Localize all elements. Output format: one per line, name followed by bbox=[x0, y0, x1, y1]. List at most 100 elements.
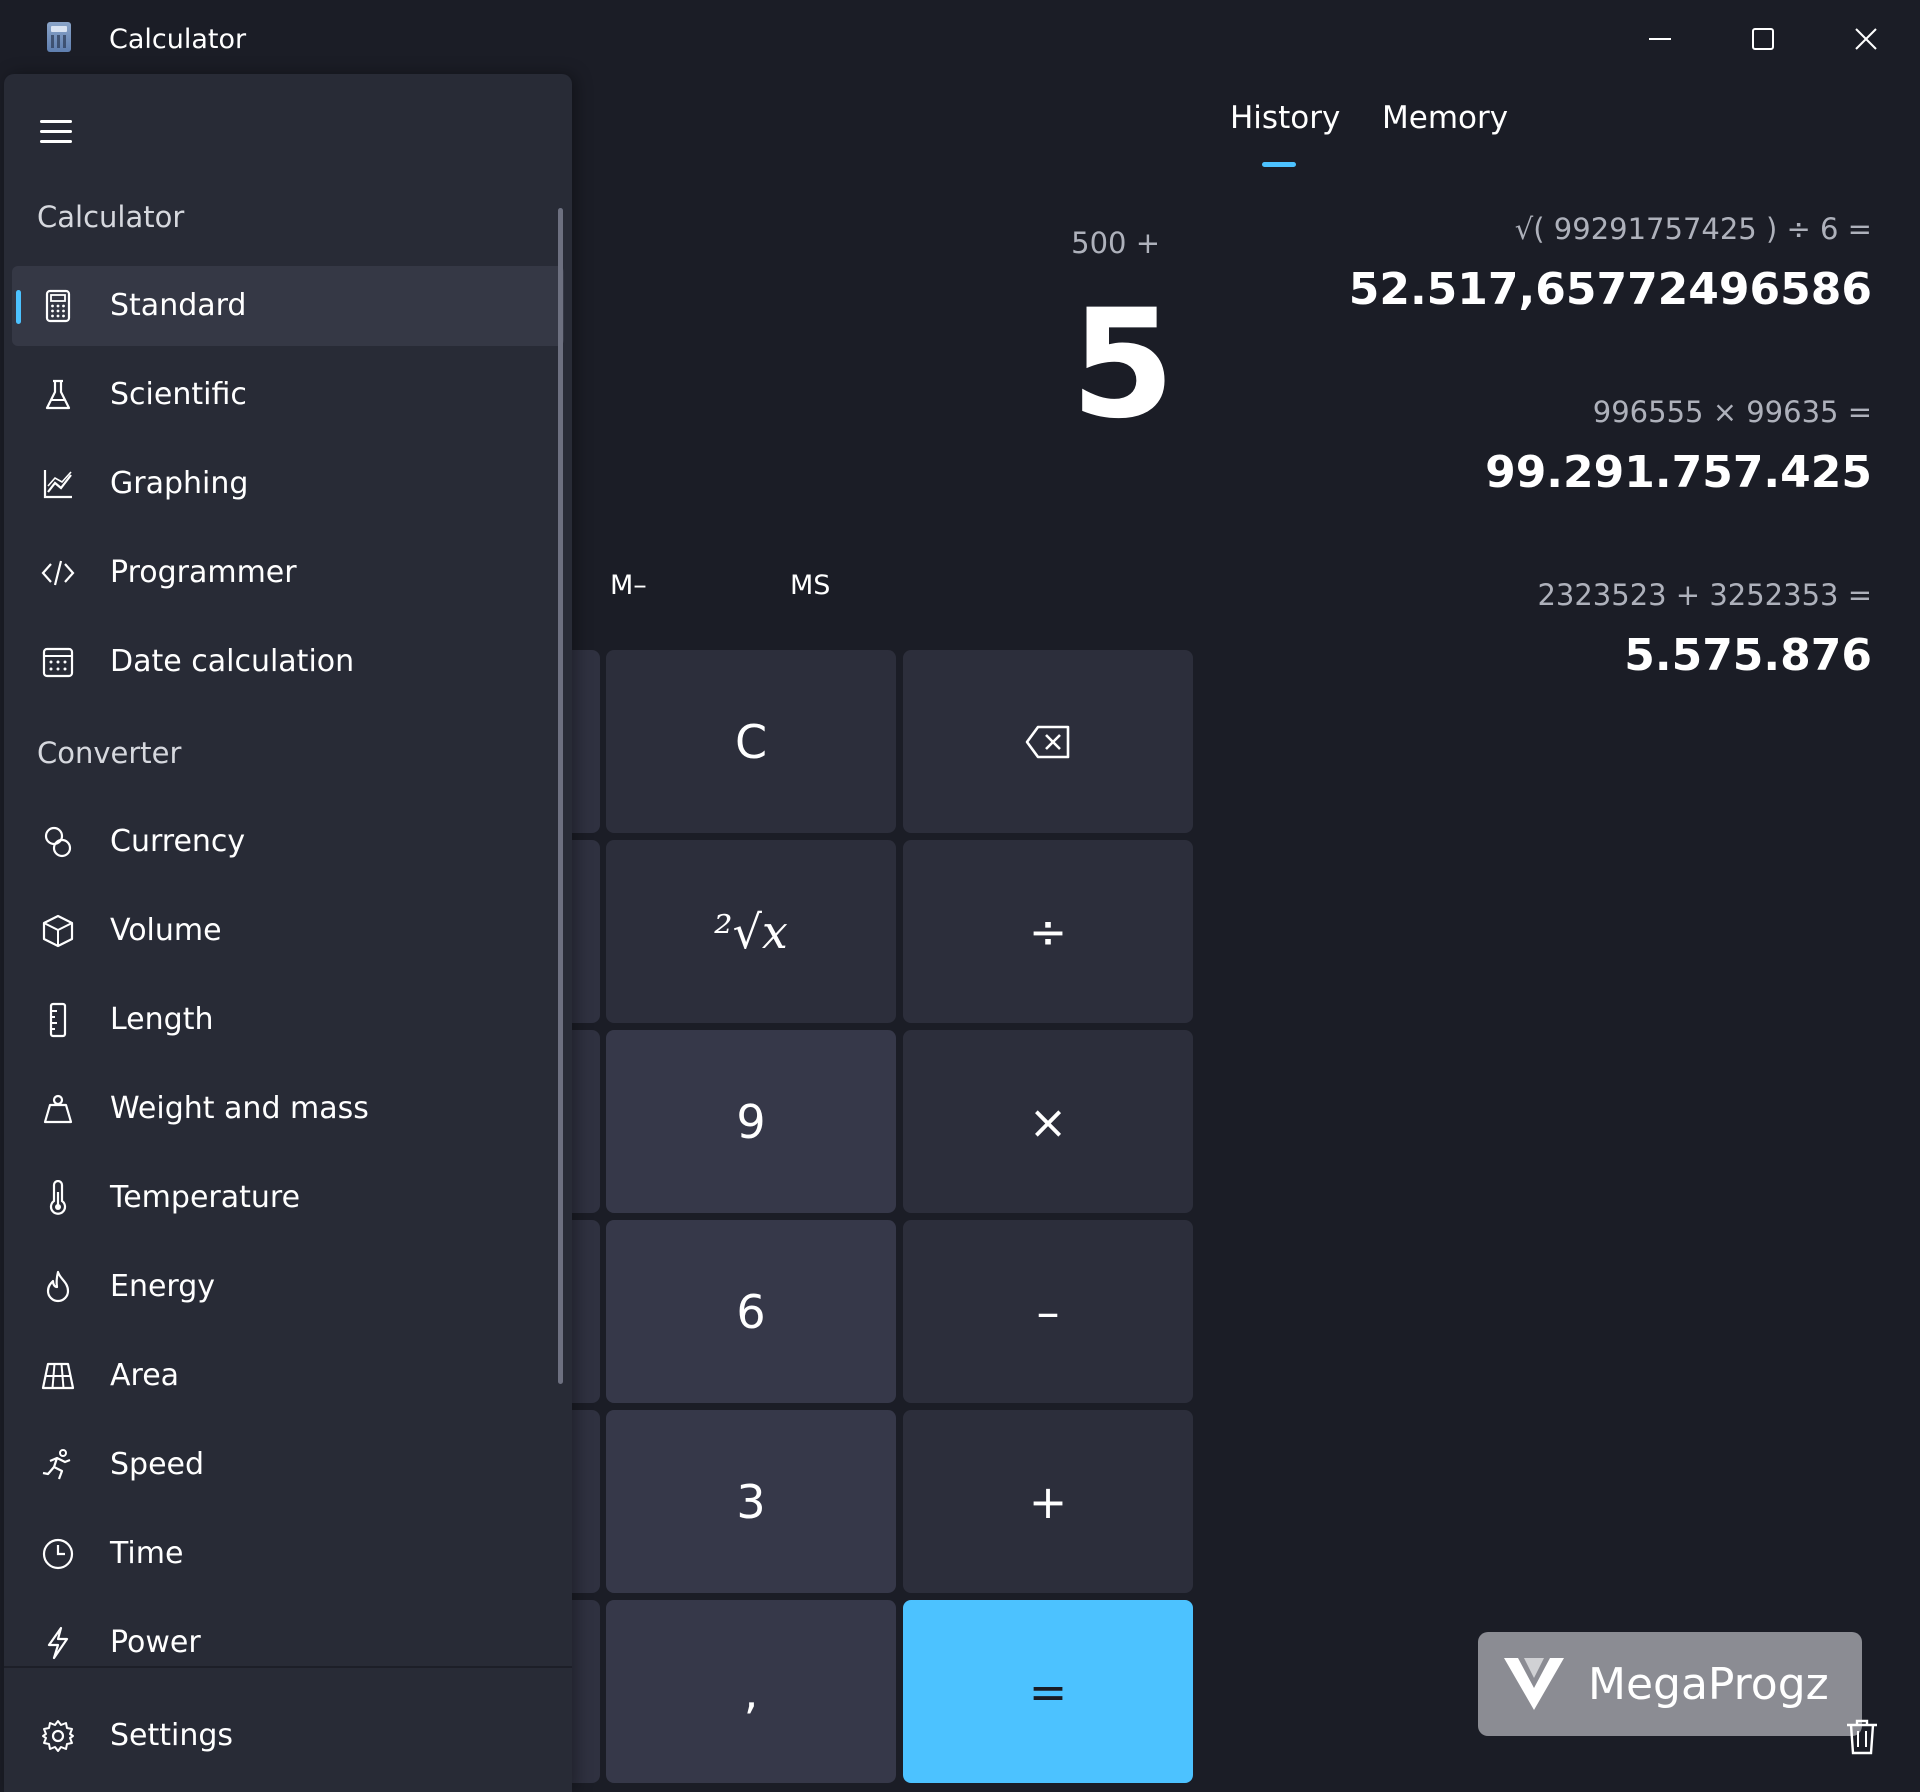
section-header-calculator: Calculator bbox=[37, 200, 185, 234]
lightning-icon bbox=[47, 1626, 69, 1660]
clear-button[interactable]: C bbox=[606, 650, 896, 833]
minus-label: – bbox=[1036, 1284, 1060, 1339]
nav-item-date-calculation[interactable]: Date calculation bbox=[12, 622, 564, 702]
history-entry[interactable]: 996555 × 99635 = 99.291.757.425 bbox=[1485, 395, 1872, 498]
menu-button[interactable] bbox=[36, 112, 78, 150]
nav-item-settings[interactable]: Settings bbox=[12, 1696, 564, 1776]
memory-subtract-button[interactable]: M– bbox=[610, 570, 647, 601]
nav-item-temperature[interactable]: Temperature bbox=[12, 1158, 564, 1238]
calculator-icon bbox=[45, 289, 71, 323]
nav-item-standard[interactable]: Standard bbox=[12, 266, 564, 346]
nav-label: Programmer bbox=[110, 555, 297, 590]
minus-button[interactable]: – bbox=[903, 1220, 1193, 1403]
history-result: 52.517,6577249658​6 bbox=[1348, 264, 1872, 315]
nav-label: Area bbox=[110, 1358, 180, 1393]
history-expression: 996555 × 99635 = bbox=[1592, 395, 1872, 429]
graph-icon bbox=[43, 470, 72, 499]
equals-label: = bbox=[1028, 1664, 1068, 1719]
currency-icon bbox=[44, 826, 72, 858]
equals-button[interactable]: = bbox=[903, 1600, 1193, 1783]
gear-icon bbox=[42, 1720, 74, 1752]
nav-label: Volume bbox=[110, 913, 222, 948]
close-icon bbox=[1855, 28, 1877, 50]
history-entry[interactable]: 2323523 + 3252353 = 5.575.876 bbox=[1537, 578, 1872, 681]
nav-item-scientific[interactable]: Scientific bbox=[12, 355, 564, 435]
drawer-scrollbar[interactable] bbox=[558, 208, 563, 1384]
nav-item-weight-and-mass[interactable]: Weight and mass bbox=[12, 1069, 564, 1149]
nav-label: Weight and mass bbox=[110, 1091, 369, 1126]
runner-icon bbox=[42, 1449, 71, 1480]
decimal-comma-button[interactable]: , bbox=[606, 1600, 896, 1783]
watermark-text: MegaProgz bbox=[1588, 1658, 1829, 1710]
calculator-window: Calculator History Memory 500 + 5 M– MS … bbox=[0, 0, 1920, 1792]
clock-icon bbox=[42, 1538, 74, 1570]
code-icon bbox=[41, 560, 75, 586]
history-expression: 2323523 + 3252353 = bbox=[1537, 578, 1872, 612]
section-header-converter: Converter bbox=[37, 736, 182, 770]
digit-3-label: 3 bbox=[736, 1474, 766, 1529]
nav-item-area[interactable]: Area bbox=[12, 1336, 564, 1416]
thermometer-icon bbox=[49, 1180, 67, 1215]
nav-label: Length bbox=[110, 1002, 214, 1037]
square-root-label: ²√x bbox=[714, 904, 788, 959]
grid-icon bbox=[41, 1362, 75, 1390]
backspace-button[interactable] bbox=[903, 650, 1193, 833]
result-display: 5 bbox=[1070, 278, 1175, 452]
nav-item-energy[interactable]: Energy bbox=[12, 1247, 564, 1327]
nav-item-speed[interactable]: Speed bbox=[12, 1425, 564, 1505]
multiply-label: × bbox=[1028, 1094, 1068, 1149]
close-button[interactable] bbox=[1836, 16, 1896, 62]
nav-label: Speed bbox=[110, 1447, 205, 1482]
backspace-icon bbox=[1025, 725, 1070, 758]
minimize-button[interactable] bbox=[1630, 16, 1690, 62]
history-entry[interactable]: √( 99291757425 ) ÷ 6 = 52.517,6577249658… bbox=[1349, 212, 1872, 315]
nav-label: Graphing bbox=[110, 466, 249, 501]
clear-label: C bbox=[734, 714, 768, 769]
trash-icon bbox=[1847, 1719, 1877, 1755]
digit-6-label: 6 bbox=[736, 1284, 766, 1339]
tab-memory[interactable]: Memory bbox=[1382, 100, 1508, 136]
nav-label: Standard bbox=[110, 288, 247, 323]
window-title: Calculator bbox=[109, 24, 247, 55]
plus-label: + bbox=[1028, 1474, 1068, 1529]
title-bar: Calculator bbox=[0, 0, 1920, 78]
memory-store-button[interactable]: MS bbox=[790, 570, 830, 601]
active-tab-indicator bbox=[1262, 162, 1296, 167]
digit-9-button[interactable]: 9 bbox=[606, 1030, 896, 1213]
tab-history[interactable]: History bbox=[1230, 100, 1340, 136]
ruler-icon bbox=[49, 1002, 67, 1038]
history-expression: √( 99291757425 ) ÷ 6 = bbox=[1514, 212, 1872, 246]
nav-label: Temperature bbox=[110, 1180, 301, 1215]
clear-history-button[interactable] bbox=[1845, 1718, 1879, 1756]
nav-item-programmer[interactable]: Programmer bbox=[12, 533, 564, 613]
flask-icon bbox=[45, 379, 71, 410]
navigation-drawer: Calculator Standard Scientific Graphing … bbox=[4, 74, 572, 1792]
nav-item-currency[interactable]: Currency bbox=[12, 802, 564, 882]
plus-button[interactable]: + bbox=[903, 1410, 1193, 1593]
nav-label: Time bbox=[110, 1536, 184, 1571]
maximize-button[interactable] bbox=[1733, 16, 1793, 62]
megaprogz-logo-icon bbox=[1504, 1658, 1564, 1710]
cube-icon bbox=[42, 914, 74, 948]
digit-9-label: 9 bbox=[736, 1094, 766, 1149]
nav-item-power[interactable]: Power bbox=[12, 1603, 564, 1683]
nav-label: Power bbox=[110, 1625, 201, 1660]
multiply-button[interactable]: × bbox=[903, 1030, 1193, 1213]
divide-button[interactable]: ÷ bbox=[903, 840, 1193, 1023]
nav-label: Date calculation bbox=[110, 644, 355, 679]
flame-icon bbox=[46, 1270, 70, 1303]
square-root-button[interactable]: ²√x bbox=[606, 840, 896, 1023]
nav-label: Currency bbox=[110, 824, 246, 859]
divide-label: ÷ bbox=[1028, 904, 1068, 959]
expression-display: 500 + bbox=[1071, 226, 1160, 260]
nav-item-length[interactable]: Length bbox=[12, 980, 564, 1060]
comma-label: , bbox=[743, 1664, 759, 1719]
nav-label: Scientific bbox=[110, 377, 247, 412]
digit-6-button[interactable]: 6 bbox=[606, 1220, 896, 1403]
nav-item-volume[interactable]: Volume bbox=[12, 891, 564, 971]
weight-icon bbox=[43, 1094, 73, 1124]
digit-3-button[interactable]: 3 bbox=[606, 1410, 896, 1593]
nav-label: Settings bbox=[110, 1718, 234, 1753]
nav-item-graphing[interactable]: Graphing bbox=[12, 444, 564, 524]
nav-item-time[interactable]: Time bbox=[12, 1514, 564, 1594]
